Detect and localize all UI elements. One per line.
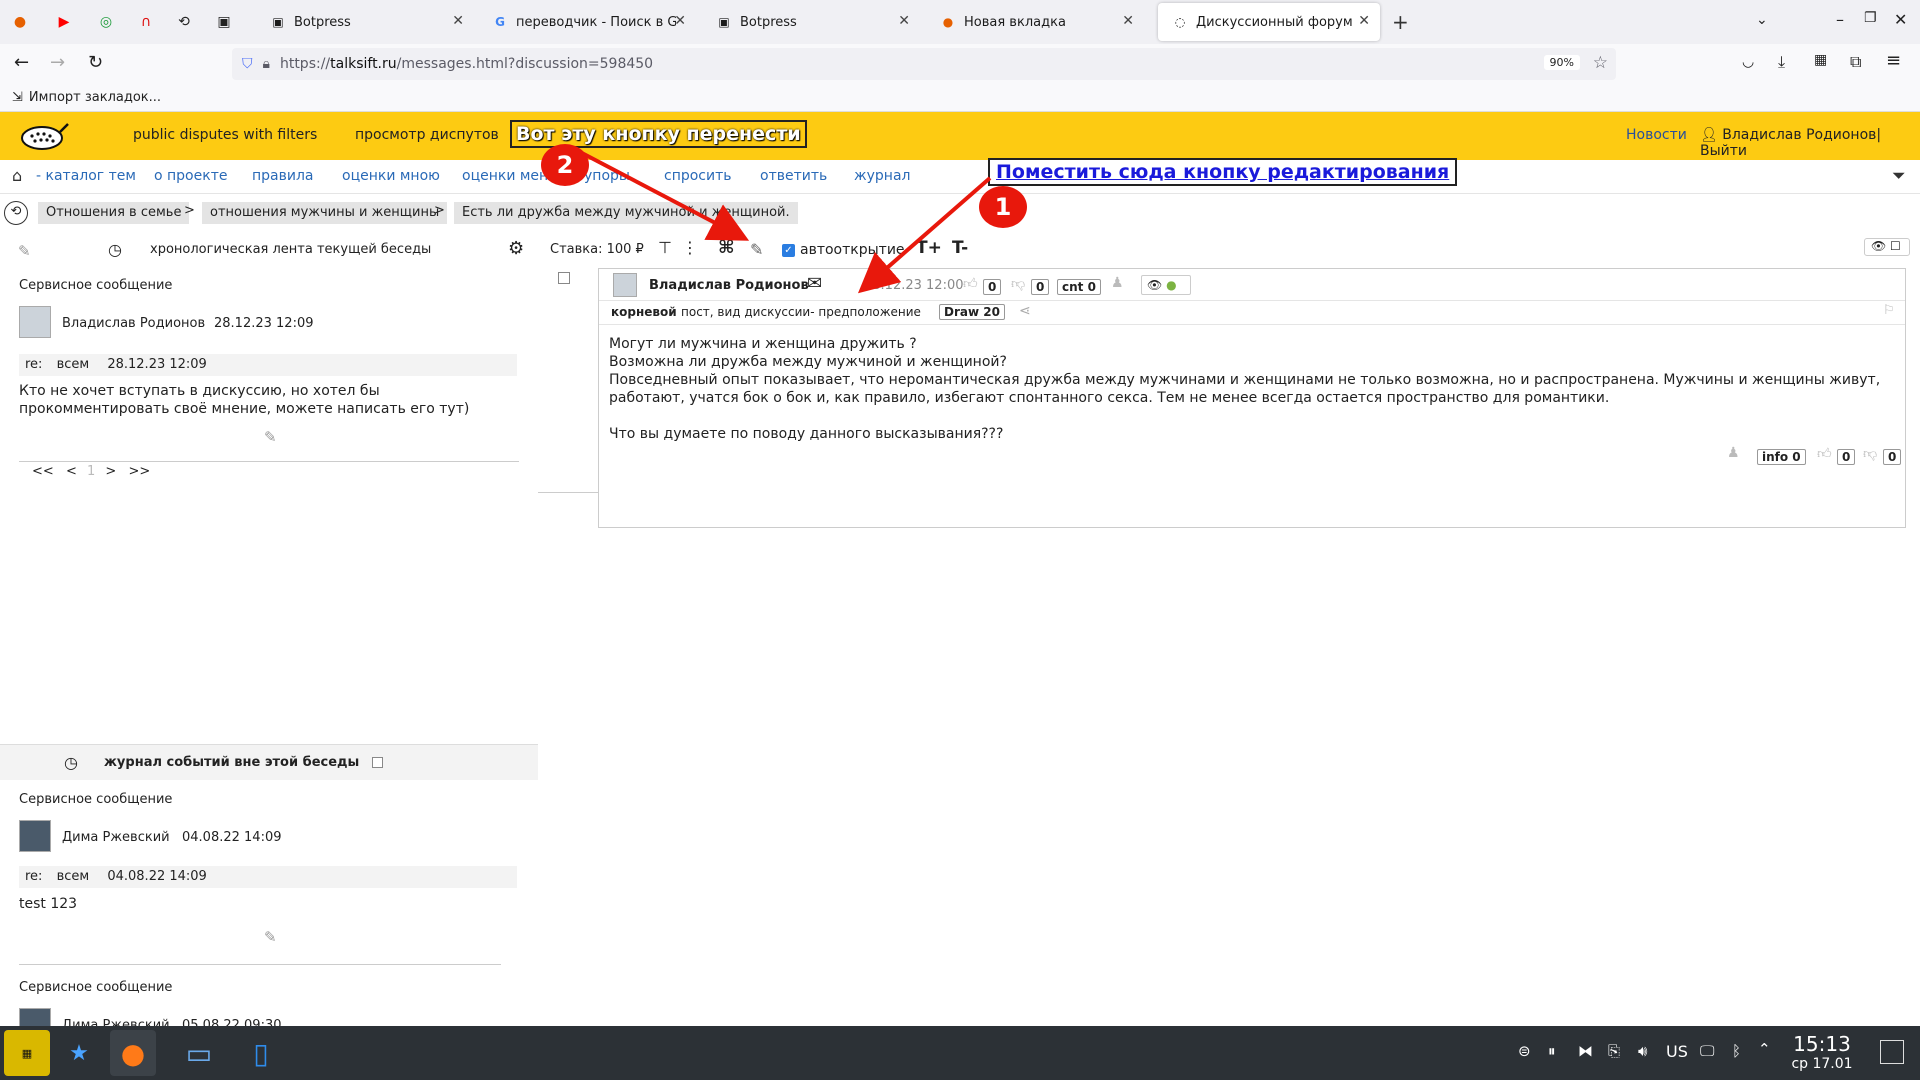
clock-time[interactable]: 15:13 (1790, 1032, 1854, 1056)
volume-icon[interactable]: 🔊︎ (1638, 1042, 1647, 1060)
start-menu-icon[interactable]: ▦ (4, 1030, 50, 1076)
network-status-icon[interactable]: ⊜ (1518, 1042, 1531, 1060)
bluetooth-icon[interactable]: ᛒ (1732, 1042, 1741, 1060)
clock-date[interactable]: ср 17.01 (1786, 1056, 1858, 1072)
connections-icon[interactable]: ⧓ (1578, 1042, 1593, 1060)
clipboard-icon[interactable]: ⎘ (1608, 1042, 1620, 1060)
annotation-marker-2: 2 (541, 144, 589, 186)
keyboard-layout[interactable]: US (1666, 1042, 1688, 1061)
annotation-marker-1: 1 (979, 186, 1027, 228)
pause-icon[interactable]: ⏸ (1548, 1042, 1556, 1060)
show-desktop-button[interactable] (1880, 1040, 1904, 1064)
arrow-1 (857, 176, 992, 294)
arrow-2 (579, 150, 750, 241)
firefox-icon[interactable]: ● (110, 1030, 156, 1076)
annotation-arrows (579, 150, 992, 294)
document-icon[interactable]: ▯ (238, 1030, 284, 1076)
file-manager-icon[interactable]: ▭ (176, 1030, 222, 1076)
chevron-up-icon[interactable]: ⌃ (1758, 1040, 1771, 1058)
display-icon[interactable]: 🖵︎ (1700, 1042, 1714, 1060)
star-folder-icon[interactable]: ★ (56, 1030, 102, 1076)
taskbar: ▦ ★ ● ▭ ▯ ⊜ ⏸ ⧓ ⎘ 🔊︎ US 🖵︎ ᛒ ⌃ 15:13 ср … (0, 1026, 1920, 1080)
